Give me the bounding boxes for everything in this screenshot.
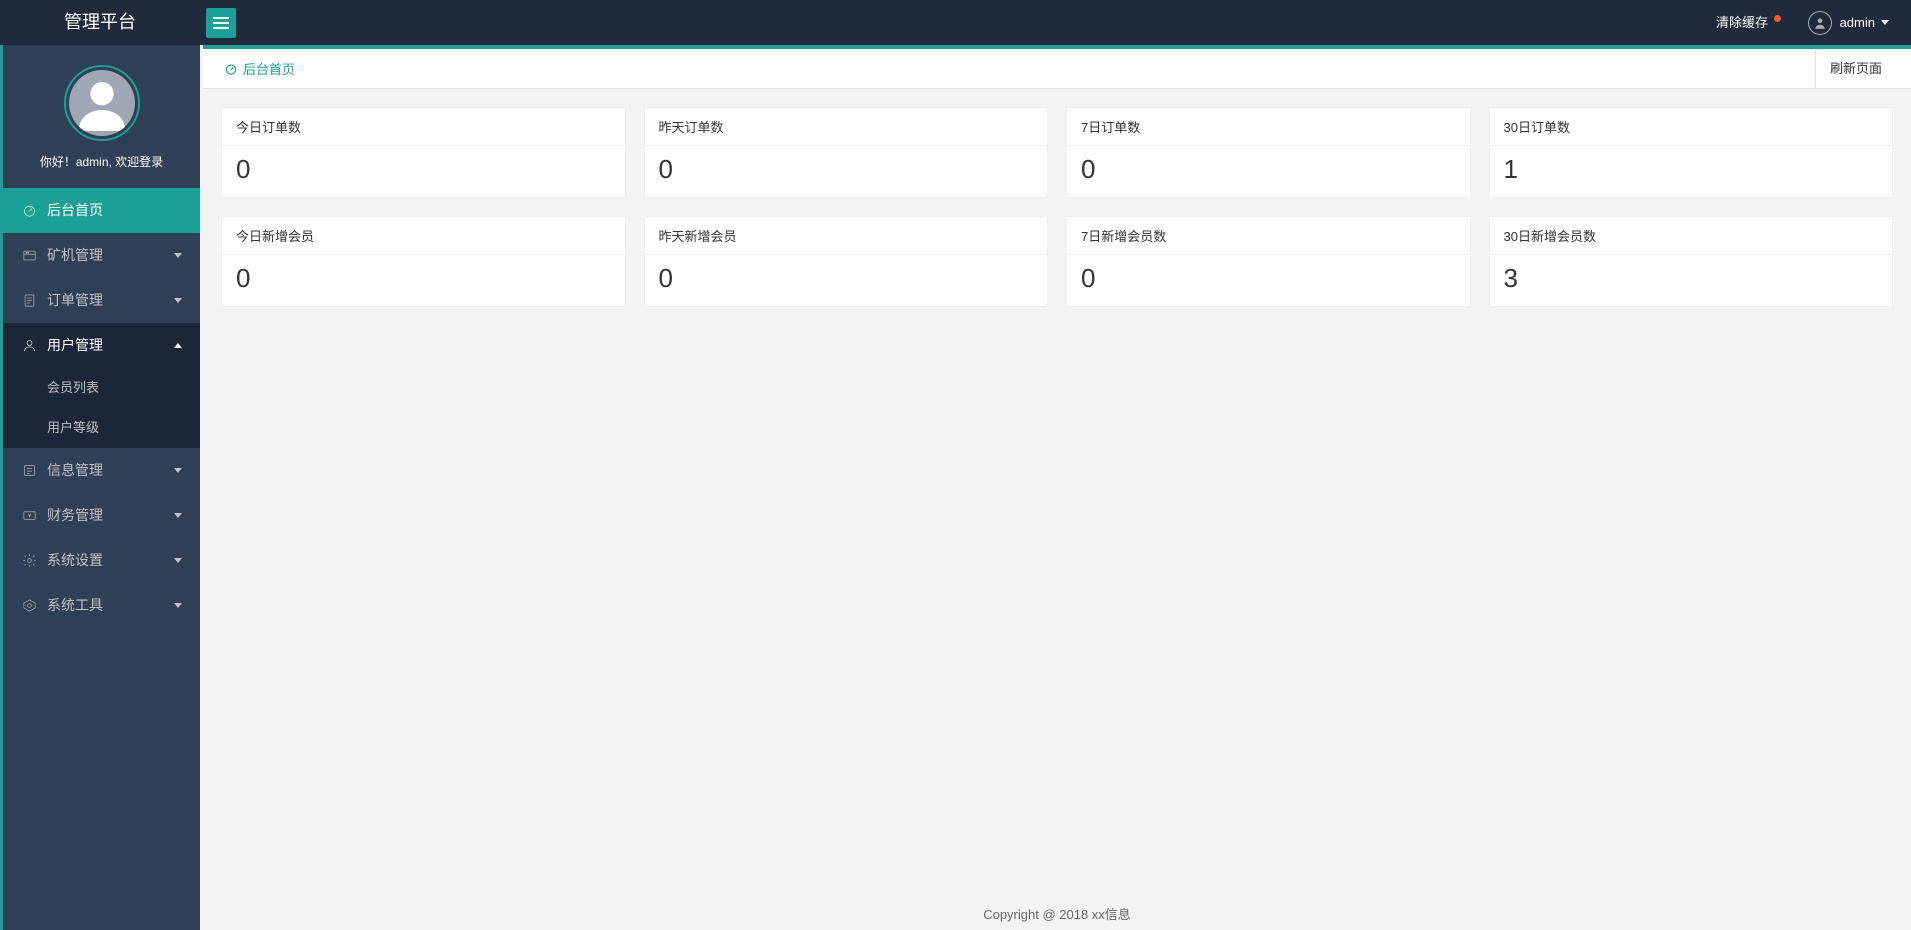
sidebar-item-label: 用户管理 — [47, 323, 103, 368]
sidebar-item-label: 订单管理 — [47, 278, 103, 323]
tab-label: 后台首页 — [243, 59, 295, 78]
user-icon — [21, 338, 37, 354]
sub-item-user-level[interactable]: 用户等级 — [3, 408, 200, 448]
sidebar-item-users[interactable]: 用户管理 — [3, 323, 200, 368]
sidebar-item-label: 系统设置 — [47, 538, 103, 583]
tab-home[interactable]: 后台首页 — [218, 49, 301, 89]
miner-icon — [21, 248, 37, 264]
refresh-page-button[interactable]: 刷新页面 — [1815, 49, 1896, 89]
stat-value: 0 — [645, 146, 1048, 197]
finance-icon: ¥ — [21, 508, 37, 524]
svg-text:¥: ¥ — [27, 513, 31, 519]
stat-card-30day-orders: 30日订单数 1 — [1489, 107, 1894, 198]
stat-label: 7日新增会员数 — [1067, 217, 1470, 255]
stat-value: 0 — [222, 255, 625, 306]
stats-row-1: 今日订单数 0 昨天订单数 0 7日订单数 0 30日订单数 1 — [221, 107, 1893, 198]
sidebar-nav: 后台首页 矿机管理 订单管理 用户管理 会员列表 用户等级 — [3, 188, 200, 628]
gear-icon — [21, 553, 37, 569]
avatar-small-icon — [1808, 11, 1832, 35]
stat-card-yesterday-members: 昨天新增会员 0 — [644, 216, 1049, 307]
sidebar-item-label: 系统工具 — [47, 583, 103, 628]
dashboard-icon — [21, 203, 37, 219]
stat-value: 1 — [1490, 146, 1893, 197]
app-title: 管理平台 — [0, 0, 200, 45]
sub-item-member-list[interactable]: 会员列表 — [3, 368, 200, 408]
clear-cache-label: 清除缓存 — [1716, 15, 1768, 30]
sidebar-item-dashboard[interactable]: 后台首页 — [3, 188, 200, 233]
content: 今日订单数 0 昨天订单数 0 7日订单数 0 30日订单数 1 今日新增会员 … — [203, 89, 1911, 343]
sidebar-item-finance[interactable]: ¥ 财务管理 — [3, 493, 200, 538]
stat-label: 昨天订单数 — [645, 108, 1048, 146]
stats-row-2: 今日新增会员 0 昨天新增会员 0 7日新增会员数 0 30日新增会员数 3 — [221, 216, 1893, 307]
chevron-up-icon — [174, 343, 182, 348]
avatar-large — [64, 65, 140, 141]
stat-label: 30日新增会员数 — [1490, 217, 1893, 255]
stat-label: 昨天新增会员 — [645, 217, 1048, 255]
chevron-down-icon — [174, 603, 182, 608]
sidebar-item-label: 信息管理 — [47, 448, 103, 493]
chevron-down-icon — [174, 513, 182, 518]
stat-label: 30日订单数 — [1490, 108, 1893, 146]
sidebar-item-label: 矿机管理 — [47, 233, 103, 278]
stat-value: 0 — [222, 146, 625, 197]
avatar-icon — [69, 70, 135, 136]
sidebar-item-miner[interactable]: 矿机管理 — [3, 233, 200, 278]
footer-text: Copyright @ 2018 xx信息 — [203, 900, 1911, 930]
order-icon — [21, 293, 37, 309]
stat-label: 今日新增会员 — [222, 217, 625, 255]
stat-card-7day-members: 7日新增会员数 0 — [1066, 216, 1471, 307]
stat-label: 7日订单数 — [1067, 108, 1470, 146]
info-icon — [21, 463, 37, 479]
chevron-down-icon — [174, 558, 182, 563]
profile-box: 你好！admin, 欢迎登录 — [3, 45, 200, 188]
stat-value: 0 — [1067, 255, 1470, 306]
sub-nav-users: 会员列表 用户等级 — [3, 368, 200, 448]
username-label: admin — [1840, 0, 1875, 45]
stat-label: 今日订单数 — [222, 108, 625, 146]
chevron-down-icon — [174, 468, 182, 473]
sidebar-item-settings[interactable]: 系统设置 — [3, 538, 200, 583]
tools-icon — [21, 598, 37, 614]
stat-value: 3 — [1490, 255, 1893, 306]
chevron-down-icon — [174, 253, 182, 258]
sidebar: 你好！admin, 欢迎登录 后台首页 矿机管理 订单管理 — [0, 0, 200, 930]
sidebar-item-info[interactable]: 信息管理 — [3, 448, 200, 493]
header-right: 清除缓存 admin — [1701, 0, 1911, 45]
sidebar-item-label: 后台首页 — [47, 188, 103, 233]
clear-cache-link[interactable]: 清除缓存 — [1701, 0, 1796, 45]
sidebar-item-tools[interactable]: 系统工具 — [3, 583, 200, 628]
sidebar-item-label: 财务管理 — [47, 493, 103, 538]
stat-card-today-orders: 今日订单数 0 — [221, 107, 626, 198]
stat-card-yesterday-orders: 昨天订单数 0 — [644, 107, 1049, 198]
notify-dot-icon — [1774, 15, 1781, 22]
welcome-text: 你好！admin, 欢迎登录 — [3, 153, 200, 170]
sidebar-item-orders[interactable]: 订单管理 — [3, 278, 200, 323]
chevron-down-icon — [174, 298, 182, 303]
tabbar: 后台首页 刷新页面 — [203, 49, 1911, 89]
chevron-down-icon — [1881, 20, 1889, 25]
toggle-sidebar-button[interactable] — [206, 8, 236, 38]
dashboard-icon — [224, 62, 238, 76]
stat-card-today-members: 今日新增会员 0 — [221, 216, 626, 307]
stat-card-30day-members: 30日新增会员数 3 — [1489, 216, 1894, 307]
user-menu[interactable]: admin — [1796, 0, 1901, 45]
stat-card-7day-orders: 7日订单数 0 — [1066, 107, 1471, 198]
stat-value: 0 — [645, 255, 1048, 306]
main-area: 后台首页 刷新页面 今日订单数 0 昨天订单数 0 7日订单数 0 30日订单数… — [203, 45, 1911, 930]
top-header: 管理平台 清除缓存 admin — [0, 0, 1911, 45]
stat-value: 0 — [1067, 146, 1470, 197]
